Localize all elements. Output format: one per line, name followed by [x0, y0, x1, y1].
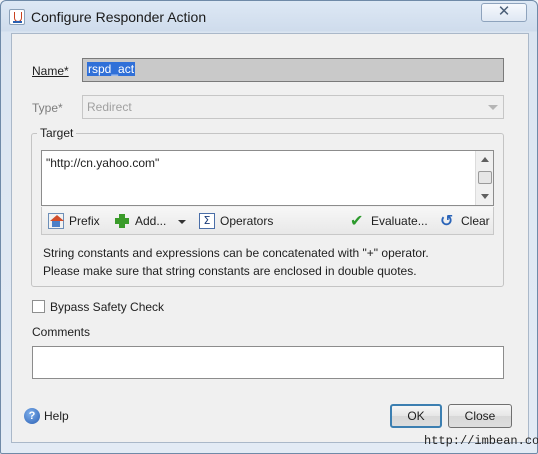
add-button[interactable]: Add...	[114, 213, 186, 229]
prefix-button-label: Prefix	[69, 214, 100, 228]
evaluate-button-label: Evaluate...	[371, 214, 428, 228]
java-app-icon	[9, 9, 25, 25]
close-button[interactable]: Close	[448, 404, 512, 428]
dropdown-arrow-icon[interactable]	[178, 220, 186, 224]
operators-button-label: Operators	[220, 214, 274, 228]
target-group-title: Target	[37, 126, 77, 140]
evaluate-button[interactable]: ✔ Evaluate...	[350, 213, 432, 229]
type-select[interactable]: Redirect	[82, 95, 504, 119]
comments-input[interactable]	[32, 346, 504, 379]
name-input[interactable]: rspd_act	[82, 58, 504, 82]
title-bar[interactable]: Configure Responder Action ✕	[1, 1, 537, 33]
sigma-icon: Σ	[199, 213, 215, 229]
name-input-value: rspd_act	[87, 62, 136, 76]
operators-button[interactable]: Σ Operators	[199, 213, 281, 229]
help-text-line-1: String constants and expressions can be …	[43, 246, 429, 260]
help-text-line-2: Please make sure that string constants a…	[43, 264, 417, 278]
expression-toolbar: Prefix Add... Σ Operators ✔ Evaluate... …	[41, 207, 494, 235]
scroll-thumb[interactable]	[478, 171, 492, 184]
ok-button[interactable]: OK	[390, 404, 442, 428]
comments-label: Comments	[32, 325, 91, 339]
window-close-button[interactable]: ✕	[481, 3, 527, 22]
scroll-down-icon[interactable]	[481, 194, 489, 199]
name-label: Name*	[32, 64, 69, 78]
target-scrollbar[interactable]	[475, 151, 493, 205]
bypass-safety-checkbox[interactable]	[32, 300, 45, 313]
bypass-safety-label[interactable]: Bypass Safety Check	[50, 300, 164, 314]
dialog-title: Configure Responder Action	[31, 9, 207, 25]
type-select-value: Redirect	[87, 100, 132, 114]
target-expression-value: "http://cn.yahoo.com"	[46, 156, 160, 170]
target-expression-textarea[interactable]: "http://cn.yahoo.com"	[41, 150, 494, 206]
watermark-text: http://imbean.com	[424, 434, 538, 448]
add-button-label: Add...	[135, 214, 167, 228]
checkmark-icon: ✔	[350, 211, 364, 230]
clear-button-label: Clear	[461, 214, 490, 228]
help-icon[interactable]: ?	[24, 408, 40, 424]
chevron-down-icon	[488, 105, 498, 110]
plus-icon	[114, 213, 130, 229]
prefix-button[interactable]: Prefix	[48, 213, 106, 229]
name-label-text: Name*	[32, 64, 69, 78]
clear-button[interactable]: ↺ Clear	[440, 213, 492, 229]
undo-arrow-icon: ↺	[440, 211, 454, 230]
help-link[interactable]: Help	[44, 409, 69, 423]
home-icon	[48, 213, 64, 229]
scroll-up-icon[interactable]	[481, 157, 489, 162]
type-label: Type*	[32, 101, 63, 115]
